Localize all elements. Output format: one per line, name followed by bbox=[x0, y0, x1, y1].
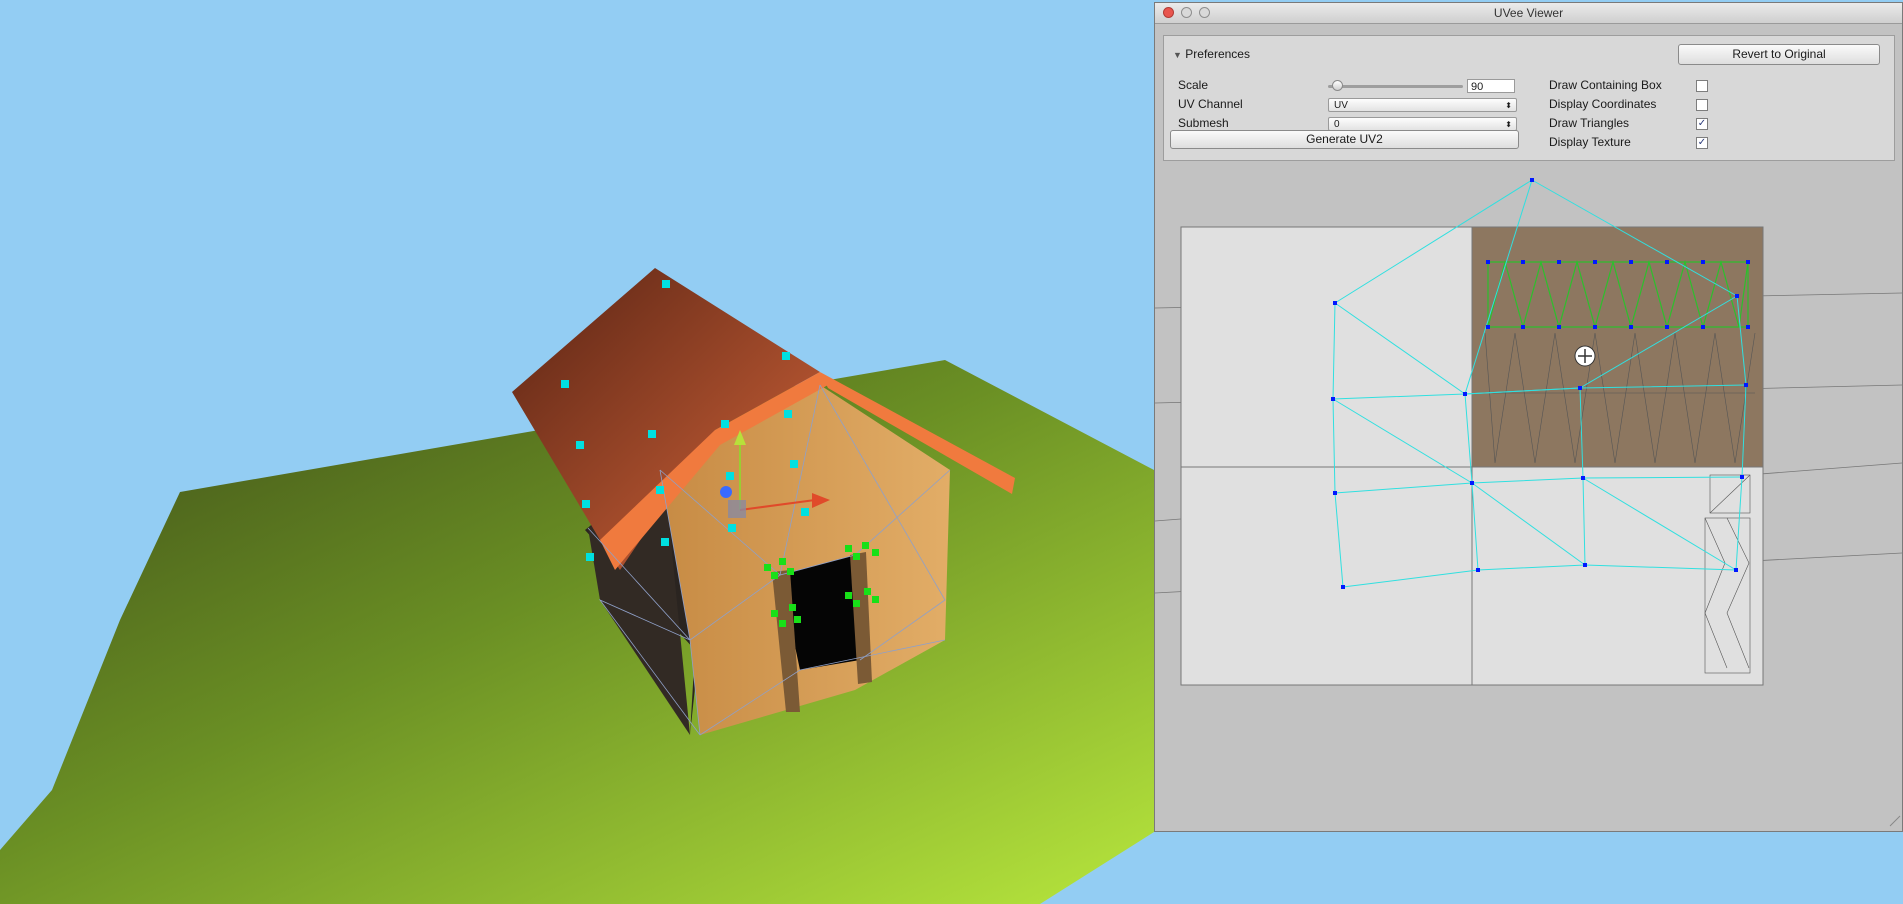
submesh-select[interactable]: 0 ⬍ bbox=[1328, 117, 1517, 131]
scale-input[interactable]: 90 bbox=[1467, 79, 1515, 93]
window-titlebar[interactable]: UVee Viewer bbox=[1155, 3, 1902, 24]
checkmark-icon: ✓ bbox=[1697, 137, 1707, 148]
scale-label: Scale bbox=[1178, 78, 1209, 92]
submesh-label: Submesh bbox=[1178, 116, 1229, 130]
scale-slider-knob[interactable] bbox=[1332, 80, 1343, 91]
uv-tile-top-left bbox=[1180, 226, 1473, 468]
display-coordinates-checkbox[interactable] bbox=[1696, 99, 1708, 111]
generate-uv2-button[interactable]: Generate UV2 bbox=[1170, 130, 1519, 149]
uv-texture-tile bbox=[1471, 226, 1764, 468]
display-texture-checkbox[interactable]: ✓ bbox=[1696, 137, 1708, 149]
minimize-window-icon[interactable] bbox=[1181, 7, 1192, 18]
checkmark-icon: ✓ bbox=[1697, 118, 1707, 129]
draw-triangles-label: Draw Triangles bbox=[1549, 116, 1630, 130]
draw-containing-box-checkbox[interactable] bbox=[1696, 80, 1708, 92]
fold-arrow-icon[interactable]: ▼ bbox=[1173, 50, 1182, 60]
display-coordinates-label: Display Coordinates bbox=[1549, 97, 1657, 111]
preferences-panel: ▼ Preferences Revert to Original Scale 9… bbox=[1163, 35, 1895, 161]
preferences-header: Preferences bbox=[1185, 47, 1250, 61]
uv-channel-value: UV bbox=[1334, 100, 1348, 111]
zoom-window-icon[interactable] bbox=[1199, 7, 1210, 18]
gizmo-z-handle-icon[interactable] bbox=[720, 486, 732, 498]
scale-slider[interactable] bbox=[1328, 85, 1463, 88]
dropdown-arrow-icon: ⬍ bbox=[1505, 101, 1512, 110]
uv-tile-bottom-right bbox=[1471, 466, 1764, 686]
draw-triangles-checkbox[interactable]: ✓ bbox=[1696, 118, 1708, 130]
uv-channel-label: UV Channel bbox=[1178, 97, 1243, 111]
revert-to-original-button[interactable]: Revert to Original bbox=[1678, 44, 1880, 65]
uv-channel-select[interactable]: UV ⬍ bbox=[1328, 98, 1517, 112]
window-title: UVee Viewer bbox=[1493, 6, 1564, 20]
display-texture-label: Display Texture bbox=[1549, 135, 1631, 149]
preferences-foldout[interactable]: ▼ Preferences bbox=[1173, 47, 1250, 61]
gizmo-center-icon[interactable] bbox=[728, 500, 746, 518]
resize-grip-icon[interactable] bbox=[1889, 815, 1901, 827]
close-window-icon[interactable] bbox=[1163, 7, 1174, 18]
draw-containing-box-label: Draw Containing Box bbox=[1549, 78, 1662, 92]
move-cursor-icon bbox=[1574, 345, 1596, 367]
uv-canvas[interactable] bbox=[1155, 163, 1902, 831]
submesh-value: 0 bbox=[1334, 119, 1340, 130]
uvee-viewer-window: UVee Viewer ▼ Preferences Revert to Orig… bbox=[1154, 2, 1903, 832]
